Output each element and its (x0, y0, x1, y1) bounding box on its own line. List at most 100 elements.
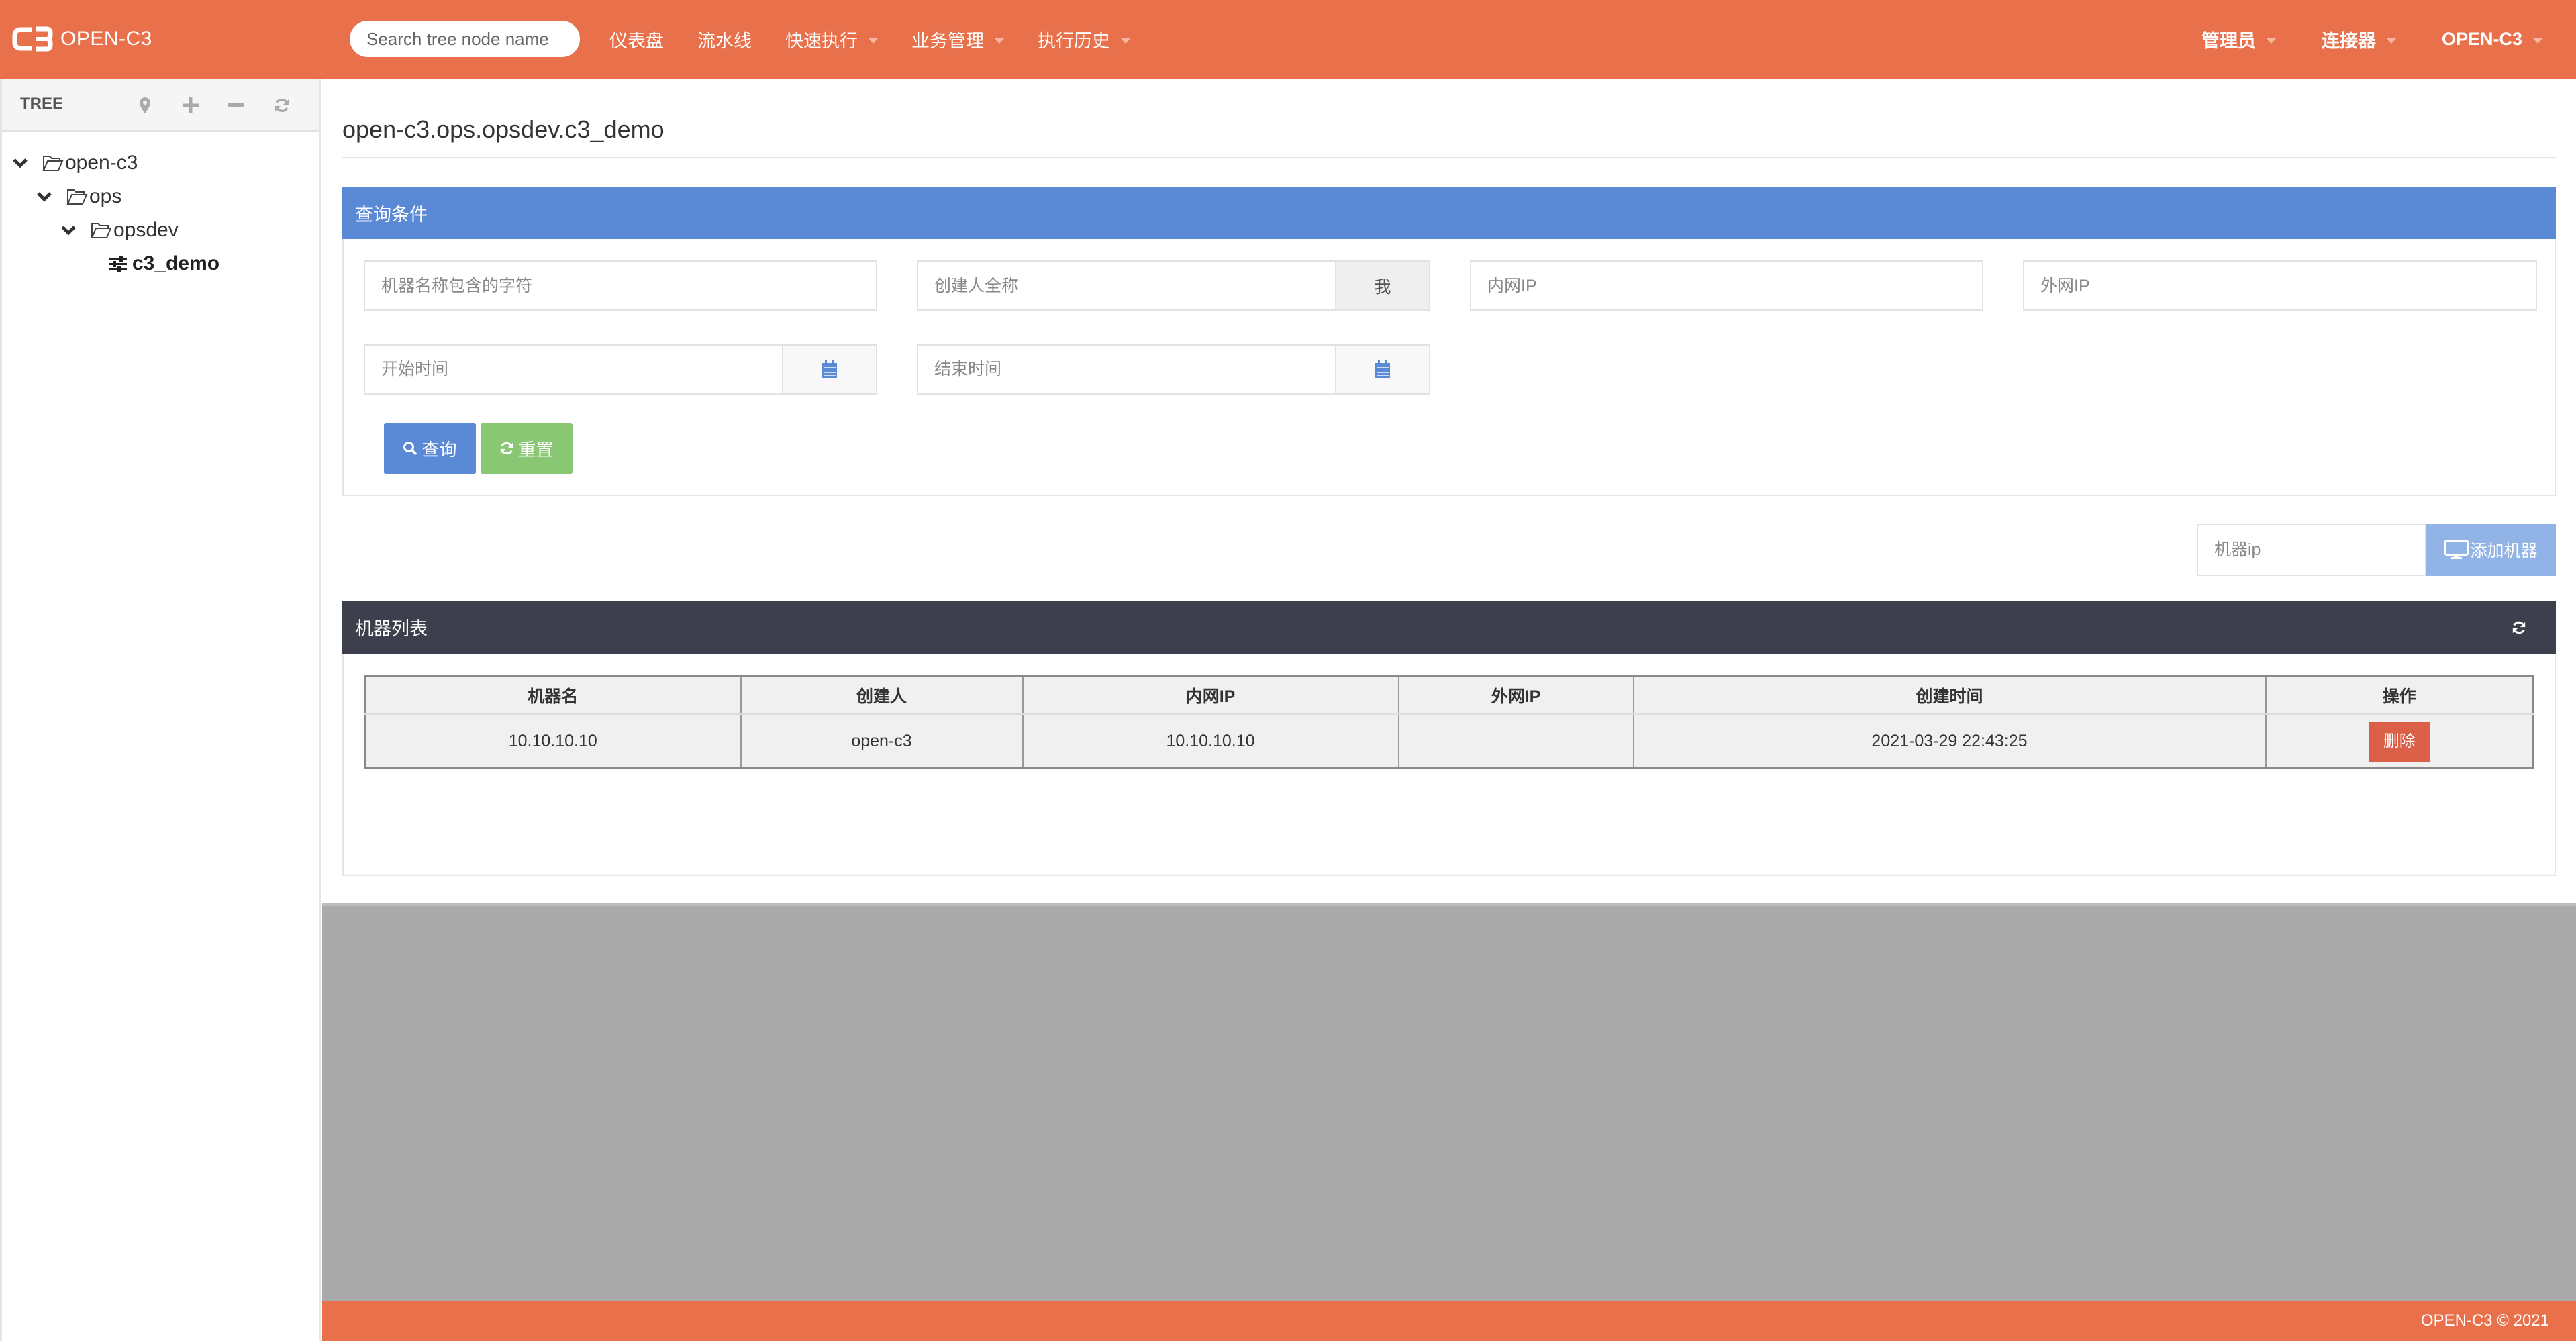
me-button[interactable]: 我 (1335, 262, 1429, 309)
page-title: open-c3.ops.opsdev.c3_demo (342, 115, 664, 143)
inner-ip-field (1470, 260, 1983, 311)
add-machine-button[interactable]: 添加机器 (2426, 524, 2556, 576)
tree-node-open-c3[interactable]: open-c3 (2, 146, 319, 180)
nav-admin[interactable]: 管理员 (2201, 26, 2276, 52)
tree-node-c3-demo[interactable]: c3_demo (2, 247, 319, 281)
cell-actions: 删除 (2265, 714, 2534, 769)
query-button[interactable]: 查询 (384, 423, 476, 474)
tree-node-label: open-c3 (65, 152, 138, 174)
remove-node-button[interactable] (213, 92, 259, 119)
title-divider (342, 157, 2556, 158)
map-marker-icon (140, 97, 150, 113)
column-header[interactable]: 创建人 (740, 675, 1024, 715)
machine-list-panel: 机器列表 机器名 创建人 内网IP 外网IP 创建时间 操作 10.10.10.… (342, 601, 2556, 876)
nav-label: 业务管理 (911, 31, 984, 51)
machine-list-title: 机器列表 (355, 619, 428, 639)
column-header[interactable]: 机器名 (364, 675, 742, 715)
creator-input[interactable] (918, 262, 1335, 309)
caret-down-icon (995, 38, 1004, 44)
nav-exec-history[interactable]: 执行历史 (1038, 26, 1130, 52)
machine-ip-input[interactable] (2197, 524, 2426, 576)
add-node-button[interactable] (168, 92, 213, 119)
logo[interactable]: OPEN-C3 (12, 23, 152, 55)
refresh-list-button[interactable] (2512, 601, 2526, 654)
machine-name-field (364, 260, 877, 311)
machine-table: 机器名 创建人 内网IP 外网IP 创建时间 操作 10.10.10.10 op… (364, 675, 2534, 769)
tree-sidebar: TREE open-c3 ops opsdev c3_demo (0, 79, 321, 1341)
start-time-input[interactable] (365, 346, 782, 393)
column-header[interactable]: 外网IP (1397, 675, 1634, 715)
empty-backdrop (322, 903, 2576, 1301)
nav-label: 仪表盘 (609, 31, 664, 51)
start-time-calendar-button[interactable] (782, 346, 876, 393)
footer-text: OPEN-C3 © 2021 (2420, 1311, 2549, 1330)
column-header[interactable]: 内网IP (1022, 675, 1399, 715)
main-nav: 仪表盘 流水线 快速执行 业务管理 执行历史 (609, 0, 1164, 79)
add-machine-label: 添加机器 (2470, 542, 2538, 560)
creator-field: 我 (917, 260, 1430, 311)
nav-user-menu[interactable]: OPEN-C3 (2442, 29, 2542, 50)
machine-list-heading: 机器列表 (342, 601, 2556, 654)
chevron-down-icon[interactable] (7, 158, 33, 168)
tree-toolbar (122, 79, 305, 132)
end-time-calendar-button[interactable] (1335, 346, 1429, 393)
nav-quick-exec[interactable]: 快速执行 (785, 26, 878, 52)
inner-ip-input[interactable] (1471, 262, 1982, 309)
machine-name-input[interactable] (365, 262, 876, 309)
refresh-tree-button[interactable] (259, 92, 305, 119)
caret-down-icon (2266, 38, 2276, 44)
footer: OPEN-C3 © 2021 (322, 1301, 2576, 1341)
delete-button[interactable]: 删除 (2369, 721, 2430, 762)
folder-open-icon (42, 154, 64, 172)
tree-node-ops[interactable]: ops (2, 180, 319, 213)
tree-node-opsdev[interactable]: opsdev (2, 213, 319, 247)
chevron-down-icon[interactable] (56, 225, 81, 236)
nav-pipeline[interactable]: 流水线 (697, 26, 752, 52)
main-content: open-c3.ops.opsdev.c3_demo 查询条件 我 (322, 79, 2576, 903)
refresh-icon (275, 98, 289, 112)
refresh-icon (499, 441, 514, 456)
nav-label: 执行历史 (1038, 31, 1110, 51)
cell-machine-name: 10.10.10.10 (364, 714, 742, 769)
table-header-row: 机器名 创建人 内网IP 外网IP 创建时间 操作 (364, 675, 2534, 715)
nav-dashboard[interactable]: 仪表盘 (609, 26, 664, 52)
top-navbar: OPEN-C3 仪表盘 流水线 快速执行 业务管理 执行历史 管理员 连接器 O… (0, 0, 2576, 79)
nav-label: 快速执行 (785, 31, 858, 51)
reset-button[interactable]: 重置 (481, 423, 573, 474)
caret-down-icon (1121, 38, 1130, 44)
nav-business[interactable]: 业务管理 (911, 26, 1004, 52)
locate-node-button[interactable] (122, 92, 168, 119)
column-header: 操作 (2265, 675, 2534, 715)
calendar-icon (822, 360, 837, 378)
folder-open-icon (66, 188, 88, 205)
refresh-icon (2512, 621, 2526, 634)
tree-node-label: c3_demo (132, 252, 220, 275)
cell-inner-ip: 10.10.10.10 (1022, 714, 1399, 769)
cell-creator: open-c3 (740, 714, 1024, 769)
add-machine-group: 添加机器 (2197, 524, 2556, 576)
nav-label: OPEN-C3 (2441, 29, 2522, 49)
end-time-input[interactable] (918, 346, 1335, 393)
tree-node-label: ops (89, 185, 122, 207)
folder-open-icon (91, 221, 112, 239)
minus-icon (228, 103, 244, 107)
table-row: 10.10.10.10 open-c3 10.10.10.10 2021-03-… (364, 714, 2534, 769)
query-button-label: 查询 (422, 439, 457, 460)
logo-text: OPEN-C3 (60, 28, 152, 50)
sliders-icon (109, 256, 127, 272)
cell-outer-ip (1397, 714, 1634, 769)
tree-search-input[interactable] (350, 21, 580, 57)
search-icon (403, 441, 417, 456)
c3-logo-icon (12, 26, 53, 52)
caret-down-icon (869, 38, 878, 44)
nav-connector[interactable]: 连接器 (2322, 26, 2396, 52)
outer-ip-field (2023, 260, 2537, 311)
outer-ip-input[interactable] (2024, 262, 2536, 309)
tree-header: TREE (2, 79, 319, 132)
start-time-field (364, 344, 877, 395)
chevron-down-icon[interactable] (32, 191, 57, 202)
nav-label: 管理员 (2201, 31, 2256, 51)
user-nav: 管理员 连接器 OPEN-C3 (2156, 0, 2542, 79)
query-panel: 查询条件 我 查询 (342, 187, 2556, 496)
column-header[interactable]: 创建时间 (1632, 675, 2267, 715)
